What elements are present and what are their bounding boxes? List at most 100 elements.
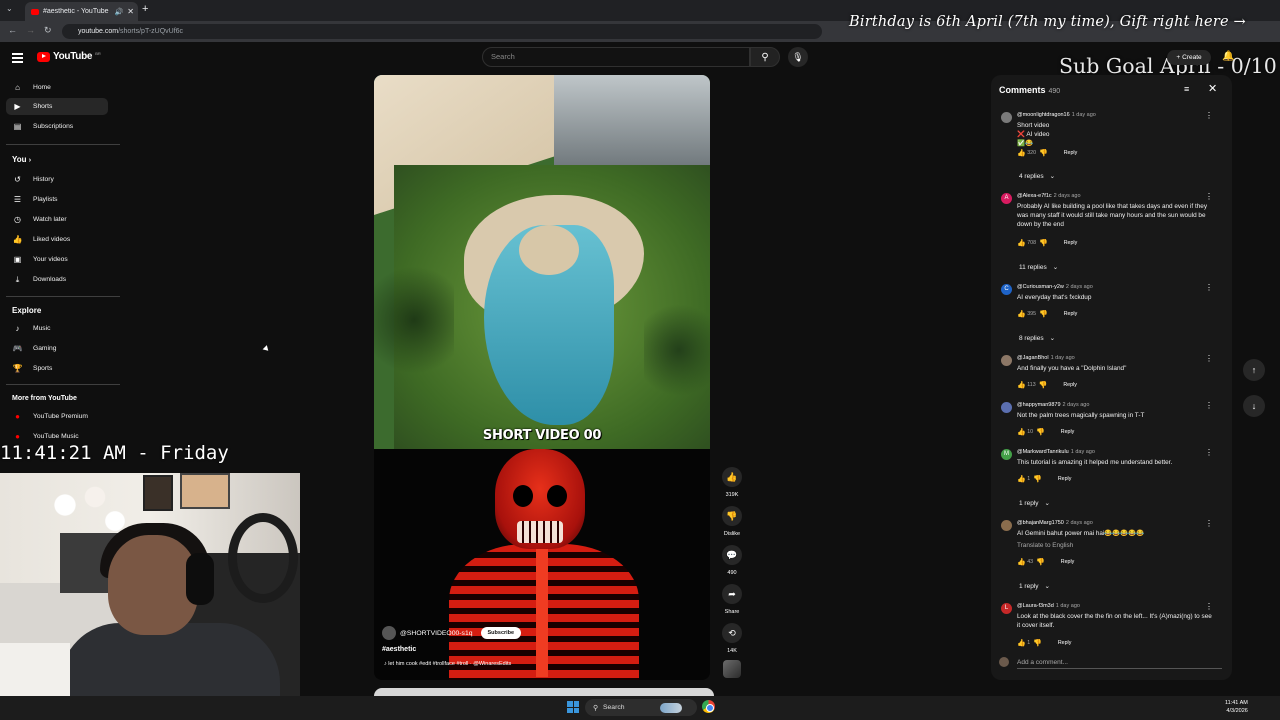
replies-toggle[interactable]: 11 replies ⌄ [1019, 263, 1058, 272]
reply-button[interactable]: Reply [1064, 150, 1078, 156]
add-comment-input[interactable]: Add a comment... [999, 657, 1222, 669]
hamburger-menu-icon[interactable] [12, 53, 23, 65]
sidebar-item-home[interactable]: ⌂ Home [6, 79, 108, 96]
previous-short-button[interactable]: ↑ [1243, 359, 1265, 381]
share-action[interactable]: ➦ Share [722, 584, 742, 615]
thumbs-up-icon[interactable]: 👍 [722, 467, 742, 487]
channel-avatar[interactable] [382, 626, 396, 640]
speaker-icon[interactable]: 🔊 [115, 8, 124, 16]
close-tab-icon[interactable]: ✕ [127, 7, 134, 16]
search-input[interactable]: Search [482, 47, 750, 67]
sort-icon[interactable]: ≡ [1184, 84, 1189, 94]
reply-button[interactable]: Reply [1058, 640, 1072, 646]
sidebar-item-sports[interactable]: 🏆 Sports [6, 360, 108, 377]
replies-toggle[interactable]: 4 replies ⌄ [1019, 172, 1055, 181]
sidebar-item-history[interactable]: ↺ History [6, 171, 108, 188]
notifications-bell-icon[interactable]: 🔔 [1222, 51, 1234, 62]
url-field[interactable]: youtube.com/shorts/pT-zUQvUf6c [62, 24, 822, 39]
sidebar-item-subscriptions[interactable]: ▤ Subscriptions [6, 118, 108, 135]
back-icon[interactable]: ← [8, 25, 17, 35]
sidebar-item-shorts[interactable]: ▶ Shorts [6, 98, 108, 115]
sidebar-item-watch-later[interactable]: ◷ Watch later [6, 211, 108, 228]
short-video-player[interactable]: SHORT VIDEO 00 [374, 75, 710, 449]
reply-button[interactable]: Reply [1064, 311, 1078, 317]
comment-author[interactable]: @Laura-f3m3d [1017, 603, 1054, 609]
thumbs-up-icon[interactable]: 👍 [1017, 558, 1026, 566]
thumbs-down-icon[interactable]: 👎 [1039, 310, 1048, 318]
avatar[interactable] [1001, 520, 1012, 531]
next-short-button[interactable]: ↓ [1243, 395, 1265, 417]
sidebar-item-playlists[interactable]: ☰ Playlists [6, 191, 108, 208]
avatar[interactable] [1001, 402, 1012, 413]
channel-name[interactable]: @SHORTVIDEO00-s1q [400, 630, 473, 637]
tab-search-icon[interactable]: ⌄ [6, 4, 13, 13]
more-options-icon[interactable]: ⋮ [1205, 192, 1213, 201]
sidebar-item-your-videos[interactable]: ▣ Your videos [6, 251, 108, 268]
avatar[interactable] [1001, 355, 1012, 366]
remix-action[interactable]: ⟲ 14K [722, 623, 742, 654]
share-icon[interactable]: ➦ [722, 584, 742, 604]
video-title[interactable]: #aesthetic [382, 646, 416, 653]
sidebar-item-gaming[interactable]: 🎮 Gaming [6, 340, 108, 357]
thumbs-up-icon[interactable]: 👍 [1017, 639, 1026, 647]
remix-icon[interactable]: ⟲ [722, 623, 742, 643]
thumbs-down-icon[interactable]: 👎 [1039, 381, 1048, 389]
voice-search-button[interactable]: 🎙 [788, 47, 808, 67]
comment-author[interactable]: @MarkwardTanrikulu [1017, 449, 1069, 455]
thumbs-down-icon[interactable]: 👎 [1039, 149, 1048, 157]
system-clock[interactable]: 11:41 AM 4/3/2026 [1225, 699, 1248, 715]
more-options-icon[interactable]: ⋮ [1205, 401, 1213, 410]
comment-author[interactable]: @JaganBhol [1017, 355, 1049, 361]
thumbs-down-icon[interactable]: 👎 [1033, 639, 1042, 647]
avatar[interactable]: M [1001, 449, 1012, 460]
dislike-action[interactable]: 👎 Dislike [722, 506, 742, 537]
windows-start-icon[interactable] [567, 701, 579, 713]
browser-tab[interactable]: #aesthetic - YouTube 🔊 ✕ [25, 2, 138, 21]
video-sound-link[interactable]: ♪ let him cook #edit #trollface #troll ·… [384, 661, 511, 667]
thumbs-up-icon[interactable]: 👍 [1017, 239, 1026, 247]
reload-icon[interactable]: ↻ [44, 25, 52, 36]
comment-author[interactable]: @moonlightdragon16 [1017, 112, 1070, 118]
comment-author[interactable]: @bhajanMarg1750 [1017, 520, 1064, 526]
avatar[interactable]: A [1001, 193, 1012, 204]
comment-author[interactable]: @happyman9879 [1017, 402, 1061, 408]
search-button[interactable]: ⚲ [750, 47, 780, 67]
sidebar-item-youtube-premium[interactable]: ● YouTube Premium [6, 408, 108, 425]
avatar[interactable] [1001, 112, 1012, 123]
sidebar-item-liked-videos[interactable]: 👍 Liked videos [6, 231, 108, 248]
forward-icon[interactable]: → [26, 25, 35, 35]
thumbs-up-icon[interactable]: 👍 [1017, 475, 1026, 483]
chrome-icon[interactable] [702, 700, 715, 713]
thumbs-down-icon[interactable]: 👎 [722, 506, 742, 526]
thumbs-down-icon[interactable]: 👎 [1036, 558, 1045, 566]
sidebar-item-music[interactable]: ♪ Music [6, 320, 108, 337]
translate-link[interactable]: Translate to English [1017, 541, 1215, 550]
replies-toggle[interactable]: 1 reply ⌄ [1019, 499, 1050, 508]
thumbs-down-icon[interactable]: 👎 [1036, 428, 1045, 436]
short-video-lower[interactable]: @SHORTVIDEO00-s1q Subscribe #aesthetic ♪… [374, 449, 710, 680]
sidebar-item-downloads[interactable]: ⤓ Downloads [6, 271, 108, 288]
reply-button[interactable]: Reply [1061, 429, 1075, 435]
create-button[interactable]: + Create [1167, 50, 1211, 65]
more-options-icon[interactable]: ⋮ [1205, 111, 1213, 120]
more-options-icon[interactable]: ⋮ [1205, 602, 1213, 611]
comment-author[interactable]: @Curiousman-y2w [1017, 284, 1064, 290]
reply-button[interactable]: Reply [1063, 382, 1077, 388]
avatar[interactable]: C [1001, 284, 1012, 295]
reply-button[interactable]: Reply [1064, 240, 1078, 246]
avatar[interactable]: L [1001, 603, 1012, 614]
comment-author[interactable]: @Alexa-e7f1c [1017, 193, 1052, 199]
new-tab-icon[interactable]: + [142, 3, 148, 15]
replies-toggle[interactable]: 8 replies ⌄ [1019, 334, 1055, 343]
thumbs-up-icon[interactable]: 👍 [1017, 428, 1026, 436]
subscribe-button[interactable]: Subscribe [480, 627, 522, 639]
youtube-logo[interactable]: YouTube BR [37, 51, 101, 62]
thumbs-up-icon[interactable]: 👍 [1017, 149, 1026, 157]
sound-thumbnail[interactable] [723, 660, 741, 678]
thumbs-up-icon[interactable]: 👍 [1017, 310, 1026, 318]
more-options-icon[interactable]: ⋮ [1205, 448, 1213, 457]
sidebar-you-heading[interactable]: You › [12, 155, 31, 164]
replies-toggle[interactable]: 1 reply ⌄ [1019, 582, 1050, 591]
thumbs-down-icon[interactable]: 👎 [1039, 239, 1048, 247]
more-options-icon[interactable]: ⋮ [1205, 354, 1213, 363]
